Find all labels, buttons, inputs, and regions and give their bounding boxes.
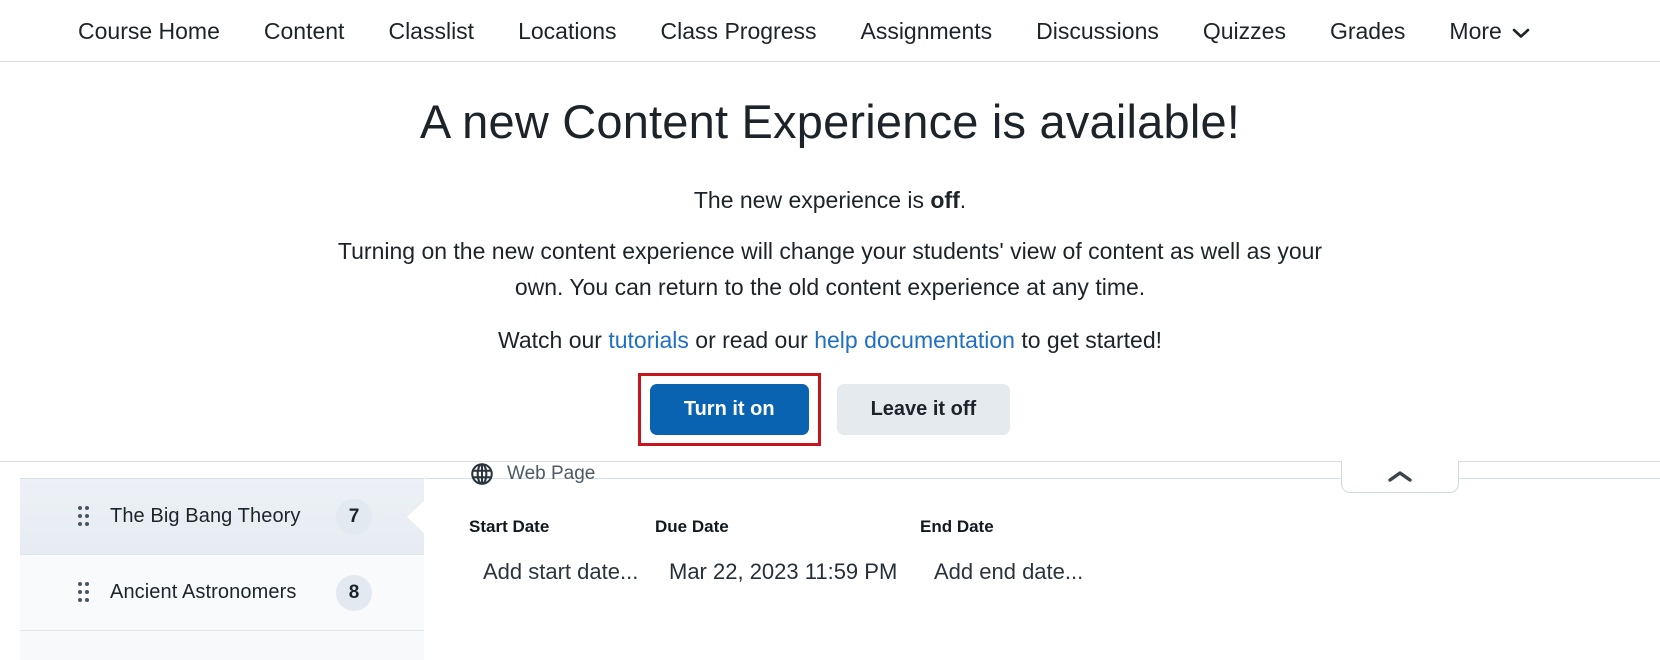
collapse-panel-button[interactable]: [1341, 461, 1459, 493]
sidebar-item-label: Ancient Astronomers: [110, 581, 297, 603]
chevron-down-icon: [1512, 0, 1530, 62]
leave-it-off-button[interactable]: Leave it off: [836, 384, 1011, 436]
sidebar-item-the-big-bang-theory[interactable]: The Big Bang Theory 7: [20, 479, 425, 555]
module-sidebar: The Big Bang Theory 7 Ancient Astronomer…: [20, 478, 425, 660]
end-date-value[interactable]: Add end date...: [920, 559, 1083, 585]
help-documentation-link[interactable]: help documentation: [814, 327, 1015, 353]
item-type-row: Web Page: [469, 461, 1660, 487]
links-suffix: to get started!: [1014, 327, 1162, 354]
experience-status-text: The new experience is off.: [0, 187, 1660, 214]
item-type-label: Web Page: [507, 463, 596, 484]
end-date-header: End Date: [920, 517, 994, 536]
date-grid: Start Date Due Date End Date Add start d…: [469, 517, 1083, 585]
links-prefix: Watch our: [498, 327, 609, 354]
page-title: A new Content Experience is available!: [419, 95, 1241, 148]
action-button-row: Turn it on Leave it off: [0, 373, 1660, 447]
nav-grades[interactable]: Grades: [1308, 0, 1427, 62]
nav-more[interactable]: More: [1427, 0, 1551, 62]
chevron-up-icon: [1387, 469, 1413, 484]
sidebar-item-count-badge: 7: [336, 498, 372, 535]
status-state: off: [930, 187, 960, 213]
turn-it-on-wrapper: Turn it on: [637, 373, 821, 447]
sidebar-item-label: The Big Bang Theory: [110, 505, 301, 527]
turn-it-on-button[interactable]: Turn it on: [649, 384, 809, 436]
status-prefix: The new experience is: [693, 187, 931, 213]
due-date-value[interactable]: Mar 22, 2023 11:59 PM: [655, 559, 920, 585]
nav-discussions[interactable]: Discussions: [1014, 0, 1181, 62]
nav-more-label: More: [1449, 17, 1502, 44]
content-detail-panel: Web Page Start Date Due Date End Date Ad…: [425, 463, 1660, 660]
due-date-header: Due Date: [655, 517, 729, 536]
nav-classlist[interactable]: Classlist: [366, 0, 496, 62]
screen: The Big Bang Theory 7 Ancient Astronomer…: [0, 0, 1660, 660]
new-content-experience-banner: A new Content Experience is available! T…: [0, 62, 1660, 462]
nav-quizzes[interactable]: Quizzes: [1181, 0, 1308, 62]
nav-content[interactable]: Content: [242, 0, 367, 62]
sidebar-item-ancient-astronomers[interactable]: Ancient Astronomers 8: [20, 555, 424, 631]
status-suffix: .: [959, 187, 967, 213]
links-middle: or read our: [688, 327, 815, 354]
help-links-text: Watch our tutorials or read our help doc…: [0, 327, 1660, 354]
nav-class-progress[interactable]: Class Progress: [639, 0, 839, 62]
sidebar-item-count-badge: 8: [336, 574, 372, 611]
start-date-header: Start Date: [469, 517, 550, 536]
nav-assignments[interactable]: Assignments: [838, 0, 1014, 62]
drag-handle-icon[interactable]: [78, 581, 89, 604]
globe-icon: [469, 461, 495, 487]
nav-locations[interactable]: Locations: [496, 0, 638, 62]
drag-handle-icon[interactable]: [78, 505, 89, 528]
course-navbar: Course Home Content Classlist Locations …: [0, 0, 1660, 62]
tutorials-link[interactable]: tutorials: [608, 327, 689, 353]
description-paragraph: Turning on the new content experience wi…: [337, 238, 1323, 300]
start-date-value[interactable]: Add start date...: [469, 559, 655, 585]
nav-course-home[interactable]: Course Home: [56, 0, 242, 62]
